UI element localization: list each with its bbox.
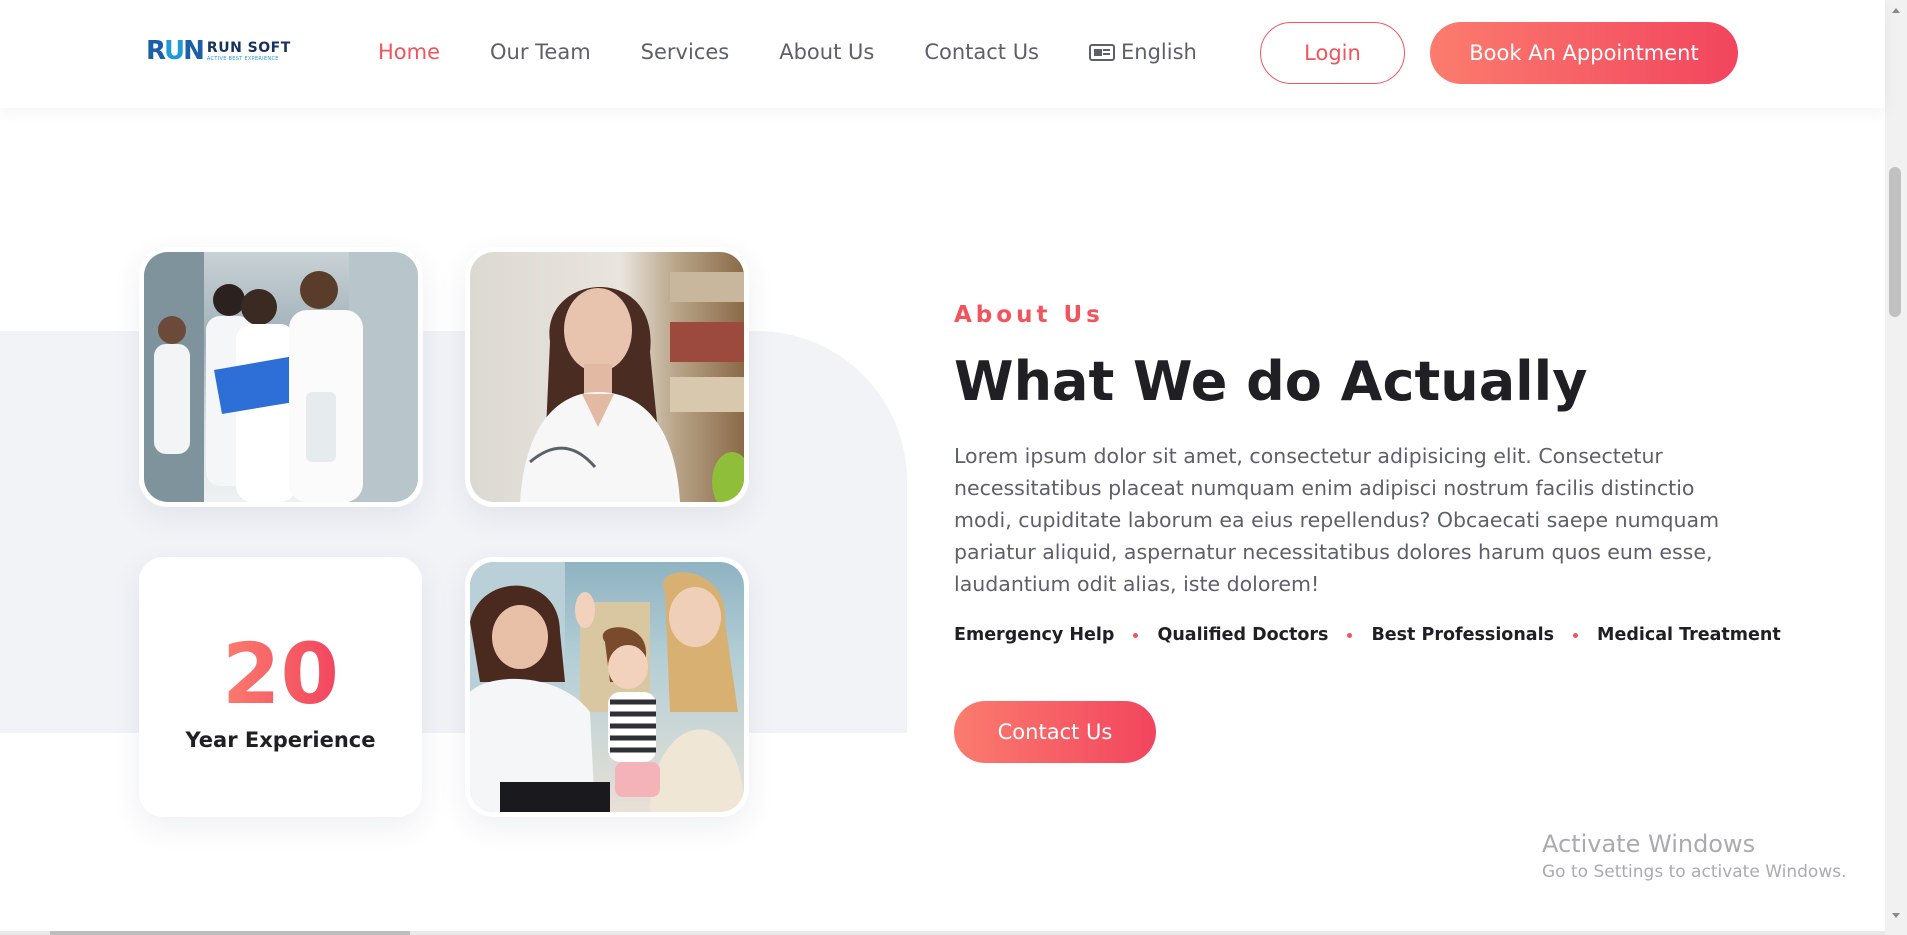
vertical-scrollbar[interactable]	[1885, 0, 1907, 935]
bullet-dot	[1347, 632, 1353, 638]
logo-text: RUN SOFT ACTIVE BEST EXPERIENCE	[207, 41, 291, 62]
windows-activation-watermark: Activate Windows Go to Settings to activ…	[1542, 830, 1847, 882]
book-appointment-button[interactable]: Book An Appointment	[1430, 22, 1738, 84]
doctor-photo	[470, 252, 744, 502]
experience-number: 20	[222, 625, 339, 723]
logo-subtitle: ACTIVE BEST EXPERIENCE	[206, 55, 279, 62]
contact-us-button[interactable]: Contact Us	[954, 701, 1156, 763]
nav-item-services[interactable]: Services	[641, 40, 730, 64]
horizontal-scroll-thumb[interactable]	[50, 931, 410, 935]
main-nav: Home Our Team Services About Us Contact …	[378, 40, 1197, 64]
feature-list: Emergency Help Qualified Doctors Best Pr…	[954, 625, 1781, 645]
bullet-dot	[1133, 632, 1139, 638]
language-label: English	[1121, 40, 1197, 64]
logo-mark: RUN	[146, 36, 205, 66]
feature-item: Emergency Help	[954, 625, 1115, 645]
watermark-subtitle: Go to Settings to activate Windows.	[1542, 862, 1847, 882]
language-selector[interactable]: English	[1089, 40, 1197, 64]
scroll-thumb[interactable]	[1889, 167, 1901, 317]
section-description: Lorem ipsum dolor sit amet, consectetur …	[954, 444, 1720, 596]
login-button[interactable]: Login	[1260, 22, 1405, 84]
watermark-title: Activate Windows	[1542, 830, 1756, 858]
brand-logo[interactable]: RUN RUN SOFT ACTIVE BEST EXPERIENCE	[146, 38, 291, 64]
section-eyebrow: About Us	[954, 302, 1104, 328]
site-header: RUN RUN SOFT ACTIVE BEST EXPERIENCE Home…	[0, 0, 1885, 108]
background-panel	[0, 331, 907, 733]
team-photo	[144, 252, 418, 502]
image-card-team	[139, 247, 423, 507]
pediatric-photo	[470, 562, 744, 812]
bullet-dot	[1573, 632, 1579, 638]
nav-item-about-us[interactable]: About Us	[779, 40, 874, 64]
experience-card: 20 Year Experience	[139, 557, 422, 817]
scroll-down-arrow-icon[interactable]	[1892, 913, 1900, 918]
doctor-photo-illustration	[520, 272, 744, 502]
image-card-pediatric	[465, 557, 749, 817]
section-title: What We do Actually	[954, 350, 1588, 413]
image-card-doctor	[465, 247, 749, 507]
feature-item: Medical Treatment	[1597, 625, 1781, 645]
page: RUN RUN SOFT ACTIVE BEST EXPERIENCE Home…	[0, 0, 1907, 935]
team-photo-illustration	[144, 252, 418, 502]
feature-item: Qualified Doctors	[1157, 625, 1329, 645]
experience-label: Year Experience	[185, 728, 376, 752]
scroll-up-arrow-icon[interactable]	[1892, 8, 1900, 13]
language-card-icon	[1089, 43, 1116, 61]
pediatric-photo-illustration	[470, 562, 744, 812]
feature-item: Best Professionals	[1371, 625, 1555, 645]
nav-item-home[interactable]: Home	[378, 40, 440, 64]
logo-title: RUN SOFT	[206, 39, 291, 56]
nav-item-our-team[interactable]: Our Team	[490, 40, 591, 64]
nav-item-contact-us[interactable]: Contact Us	[924, 40, 1039, 64]
